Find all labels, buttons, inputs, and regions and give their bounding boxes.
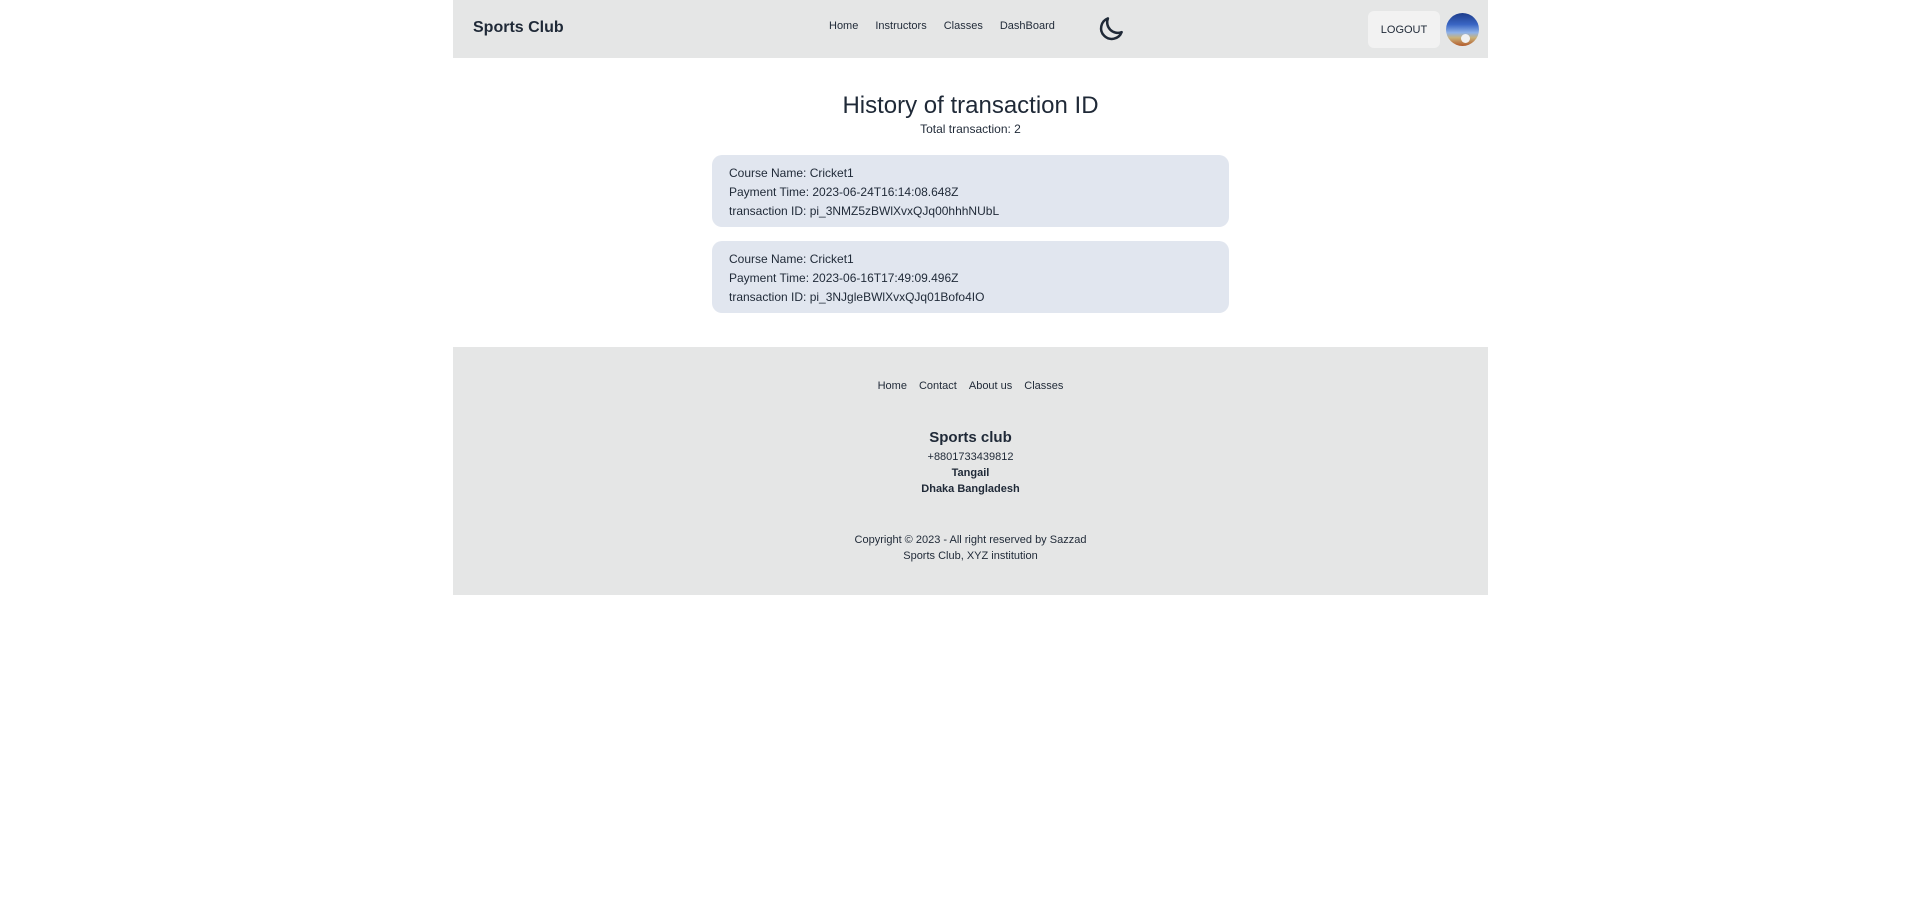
transaction-card: Course Name: Cricket1 Payment Time: 2023… <box>712 155 1229 227</box>
navbar: Sports Club Home Instructors Classes Das… <box>453 0 1488 58</box>
payment-time: Payment Time: 2023-06-16T17:49:09.496Z <box>729 271 959 285</box>
footer: Home Contact About us Classes Sports clu… <box>453 347 1488 595</box>
footer-city: Tangail <box>951 467 990 479</box>
moon-icon-svg <box>1099 17 1123 41</box>
copyright-line-2: Sports Club, XYZ institution <box>903 550 1038 562</box>
brand-logo-text[interactable]: Sports Club <box>473 19 564 37</box>
nav-links: Home Instructors Classes DashBoard <box>829 20 1072 32</box>
footer-link-home[interactable]: Home <box>878 380 907 392</box>
transaction-card: Course Name: Cricket1 Payment Time: 2023… <box>712 241 1229 313</box>
copyright-line-1: Copyright © 2023 - All right reserved by… <box>854 534 1087 546</box>
logout-button[interactable]: LOGOUT <box>1368 11 1440 48</box>
copyright-text: Copyright © 2023 - All right reserved by… <box>453 532 1488 564</box>
moon-icon[interactable] <box>1096 14 1126 44</box>
page-title: History of transaction ID <box>842 92 1099 119</box>
footer-country: Dhaka Bangladesh <box>921 483 1020 495</box>
nav-link-classes[interactable]: Classes <box>944 20 983 32</box>
nav-link-home[interactable]: Home <box>829 20 858 32</box>
total-transaction-count: Total transaction: 2 <box>920 122 1021 136</box>
transaction-id: transaction ID: pi_3NJgleBWlXvxQJq01Bofo… <box>729 290 985 304</box>
footer-phone: +8801733439812 <box>927 451 1014 463</box>
footer-club-name: Sports club <box>929 429 1012 446</box>
course-name: Course Name: Cricket1 <box>729 166 854 180</box>
footer-link-about[interactable]: About us <box>969 380 1012 392</box>
course-name: Course Name: Cricket1 <box>729 252 854 266</box>
transaction-id: transaction ID: pi_3NMZ5zBWlXvxQJq00hhhN… <box>729 204 1000 218</box>
payment-time: Payment Time: 2023-06-24T16:14:08.648Z <box>729 185 959 199</box>
nav-link-instructors[interactable]: Instructors <box>875 20 926 32</box>
user-avatar[interactable] <box>1446 13 1479 46</box>
nav-link-dashboard[interactable]: DashBoard <box>1000 20 1055 32</box>
footer-links: Home Contact About us Classes <box>453 380 1488 392</box>
footer-link-classes[interactable]: Classes <box>1024 380 1063 392</box>
footer-link-contact[interactable]: Contact <box>919 380 957 392</box>
